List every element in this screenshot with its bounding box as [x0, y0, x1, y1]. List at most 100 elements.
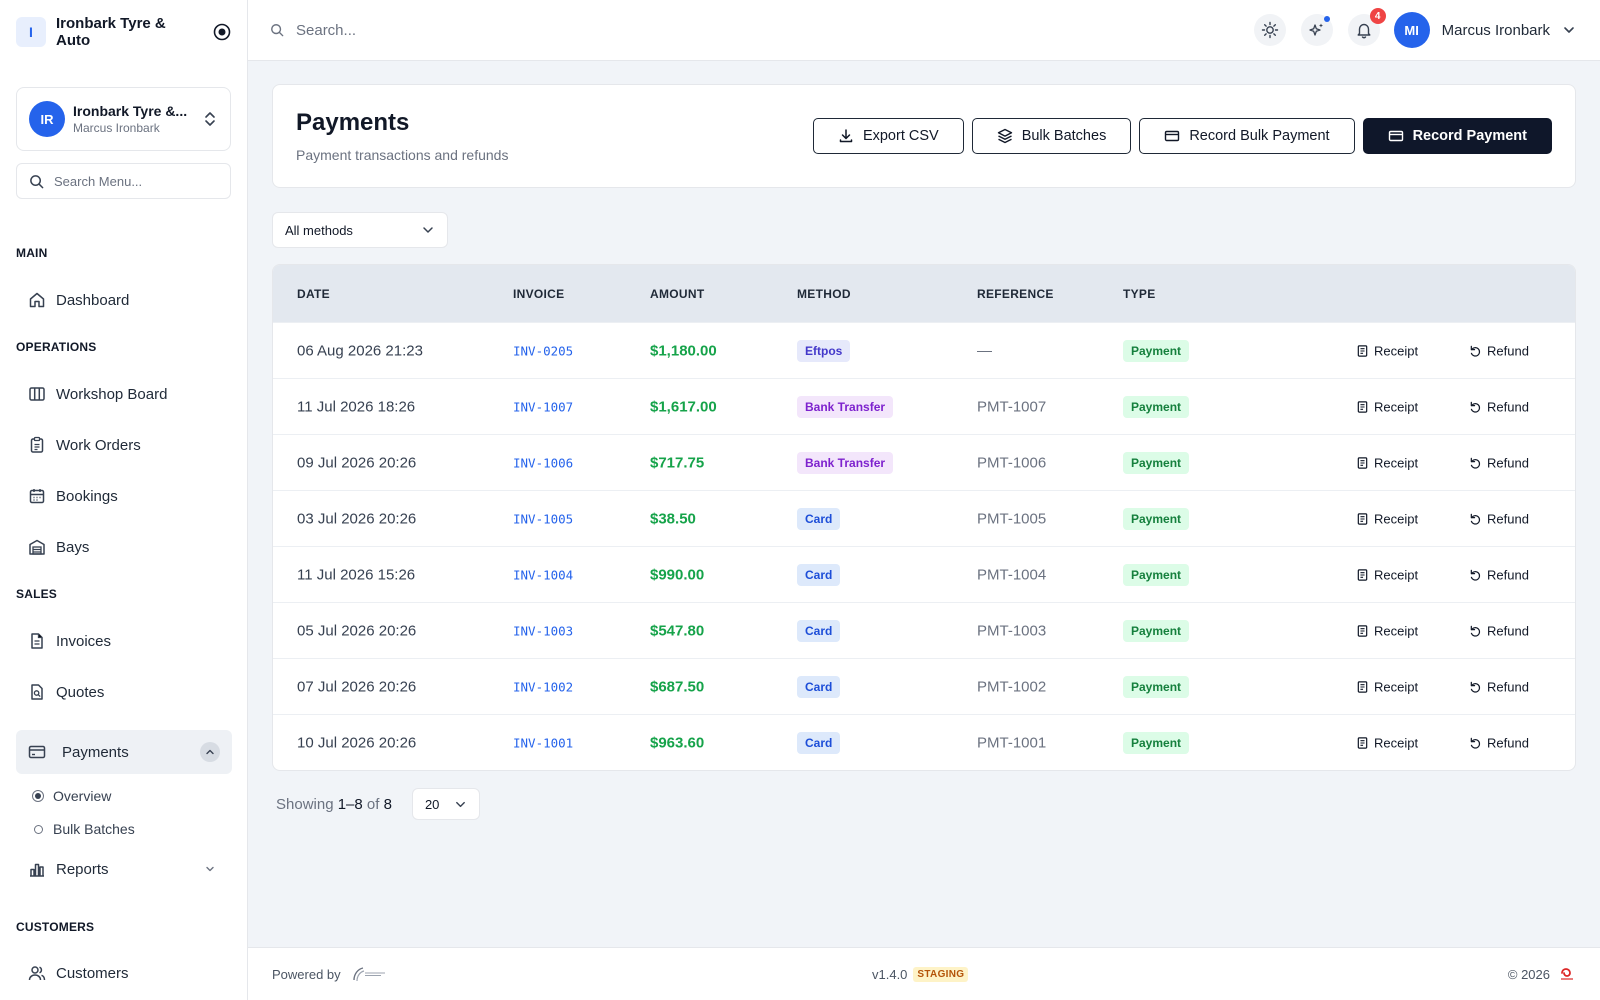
global-search-input[interactable]	[296, 21, 596, 39]
sidebar-subitem-overview[interactable]: Overview	[32, 785, 111, 807]
credit-card-icon	[1388, 128, 1404, 144]
payment-amount: $717.75	[650, 454, 705, 471]
refund-button[interactable]: Refund	[1469, 623, 1529, 638]
refund-label: Refund	[1487, 679, 1529, 694]
receipt-label: Receipt	[1374, 679, 1419, 694]
column-header-method[interactable]: METHOD	[797, 287, 851, 301]
ai-assistant-button[interactable]	[1300, 14, 1333, 46]
user-name[interactable]: Marcus Ironbark	[1442, 22, 1550, 39]
column-header-reference[interactable]: REFERENCE	[977, 287, 1054, 301]
receipt-button[interactable]: Receipt	[1356, 399, 1418, 414]
sidebar-item-bookings[interactable]: Bookings	[16, 474, 232, 518]
user-avatar[interactable]: MI	[1393, 12, 1430, 48]
payment-date: 11 Jul 2026 18:26	[297, 398, 416, 415]
org-switcher[interactable]: IR Ironbark Tyre &... Marcus Ironbark	[16, 87, 231, 151]
undo-icon	[1469, 400, 1482, 413]
type-cell: Payment	[1123, 339, 1190, 362]
sidebar-item-payments[interactable]: Payments	[16, 730, 232, 774]
payment-date: 06 Aug 2026 21:23	[297, 342, 423, 359]
export-csv-button[interactable]: Export CSV	[812, 118, 964, 154]
table-row[interactable]: 05 Jul 2026 20:26 INV-1003 $547.80 Card …	[273, 602, 1575, 658]
table-row[interactable]: 11 Jul 2026 18:26 INV-1007 $1,617.00 Ban…	[273, 378, 1575, 434]
column-header-type[interactable]: TYPE	[1123, 287, 1156, 301]
table-header: DATE INVOICE AMOUNT METHOD REFERENCE TYP…	[273, 265, 1575, 322]
receipt-button[interactable]: Receipt	[1356, 343, 1418, 358]
refund-button[interactable]: Refund	[1469, 679, 1529, 694]
page-size-select[interactable]: 20	[411, 788, 480, 820]
invoice-link[interactable]: INV-0205	[513, 343, 573, 358]
chevron-up-icon[interactable]	[200, 742, 220, 762]
notifications-button[interactable]: 4	[1347, 8, 1386, 46]
sidebar-item-work-orders[interactable]: Work Orders	[16, 423, 232, 467]
receipt-icon	[1356, 680, 1369, 693]
refund-button[interactable]: Refund	[1469, 511, 1529, 526]
invoice-link[interactable]: INV-1007	[513, 399, 573, 414]
sidebar-subitem-label: Overview	[53, 788, 112, 804]
method-filter-select[interactable]: All methods	[272, 212, 448, 248]
environment-badge: STAGING	[913, 966, 969, 982]
refund-button[interactable]: Refund	[1469, 399, 1529, 414]
sidebar-item-label: Bookings	[56, 487, 118, 505]
layers-icon	[997, 128, 1013, 144]
invoice-link[interactable]: INV-1005	[513, 511, 573, 526]
receipt-button[interactable]: Receipt	[1356, 735, 1418, 750]
payment-amount: $1,617.00	[650, 398, 717, 415]
record-payment-button[interactable]: Record Payment	[1362, 118, 1552, 154]
column-header-amount[interactable]: AMOUNT	[650, 287, 704, 301]
table-row[interactable]: 10 Jul 2026 20:26 INV-1001 $963.60 Card …	[273, 714, 1575, 770]
table-row[interactable]: 06 Aug 2026 21:23 INV-0205 $1,180.00 Eft…	[273, 322, 1575, 378]
sidebar-item-label: Payments	[62, 743, 129, 761]
receipt-button[interactable]: Receipt	[1356, 679, 1418, 694]
new-indicator-dot	[1323, 16, 1330, 22]
menu-search-input[interactable]	[54, 173, 230, 189]
invoice-link[interactable]: INV-1002	[513, 679, 573, 694]
invoice-link[interactable]: INV-1006	[513, 455, 573, 470]
receipt-button[interactable]: Receipt	[1356, 567, 1418, 582]
receipt-button[interactable]: Receipt	[1356, 623, 1418, 638]
bulk-batches-button[interactable]: Bulk Batches	[971, 118, 1132, 154]
receipt-button[interactable]: Receipt	[1356, 455, 1418, 470]
receipt-icon	[1356, 512, 1369, 525]
table-row[interactable]: 11 Jul 2026 15:26 INV-1004 $990.00 Card …	[273, 546, 1575, 602]
invoice-link[interactable]: INV-1003	[513, 623, 573, 638]
record-bulk-payment-button[interactable]: Record Bulk Payment	[1139, 118, 1355, 154]
chevron-down-icon[interactable]	[1562, 23, 1576, 37]
invoice-link[interactable]: INV-1001	[513, 735, 573, 750]
sidebar-item-dashboard[interactable]: Dashboard	[16, 278, 232, 322]
method-cell: Card	[797, 731, 841, 754]
receipt-button[interactable]: Receipt	[1356, 511, 1418, 526]
invoice-link[interactable]: INV-1004	[513, 567, 573, 582]
table-row[interactable]: 09 Jul 2026 20:26 INV-1006 $717.75 Bank …	[273, 434, 1575, 490]
method-badge: Bank Transfer	[797, 451, 894, 474]
sidebar-item-workshop-board[interactable]: Workshop Board	[16, 372, 232, 416]
table-body: 06 Aug 2026 21:23 INV-0205 $1,180.00 Eft…	[273, 322, 1575, 770]
refund-button[interactable]: Refund	[1469, 343, 1529, 358]
refund-button[interactable]: Refund	[1469, 455, 1529, 470]
sidebar-item-customers[interactable]: Customers	[16, 951, 232, 995]
sidebar-item-bays[interactable]: Bays	[16, 525, 232, 569]
payment-date: 05 Jul 2026 20:26	[297, 622, 417, 639]
vendor-logo[interactable]	[351, 964, 389, 984]
powered-by-label: Powered by	[272, 966, 341, 982]
sidebar-item-reports[interactable]: Reports	[16, 847, 232, 891]
column-header-invoice[interactable]: INVOICE	[513, 287, 564, 301]
button-label: Record Bulk Payment	[1189, 128, 1330, 144]
table-row[interactable]: 07 Jul 2026 20:26 INV-1002 $687.50 Card …	[273, 658, 1575, 714]
page-header: Payments Payment transactions and refund…	[272, 84, 1576, 188]
payment-amount: $990.00	[650, 566, 705, 583]
payment-reference: PMT-1005	[977, 510, 1047, 527]
page-size-value: 20	[424, 796, 440, 812]
refund-button[interactable]: Refund	[1469, 567, 1529, 582]
refund-button[interactable]: Refund	[1469, 735, 1529, 750]
sidebar-toggle-icon[interactable]	[213, 23, 231, 41]
theme-toggle-button[interactable]	[1253, 14, 1286, 46]
column-header-date[interactable]: DATE	[297, 287, 330, 301]
sidebar-item-quotes[interactable]: Quotes	[16, 670, 232, 714]
sidebar-subitem-bulk-batches[interactable]: Bulk Batches	[32, 818, 135, 840]
sidebar-item-invoices[interactable]: Invoices	[16, 619, 232, 663]
chevron-down-icon[interactable]	[200, 859, 220, 879]
garage-icon	[28, 538, 46, 556]
payment-amount: $963.60	[650, 734, 705, 751]
table-row[interactable]: 03 Jul 2026 20:26 INV-1005 $38.50 Card P…	[273, 490, 1575, 546]
payment-reference: PMT-1002	[977, 678, 1047, 695]
